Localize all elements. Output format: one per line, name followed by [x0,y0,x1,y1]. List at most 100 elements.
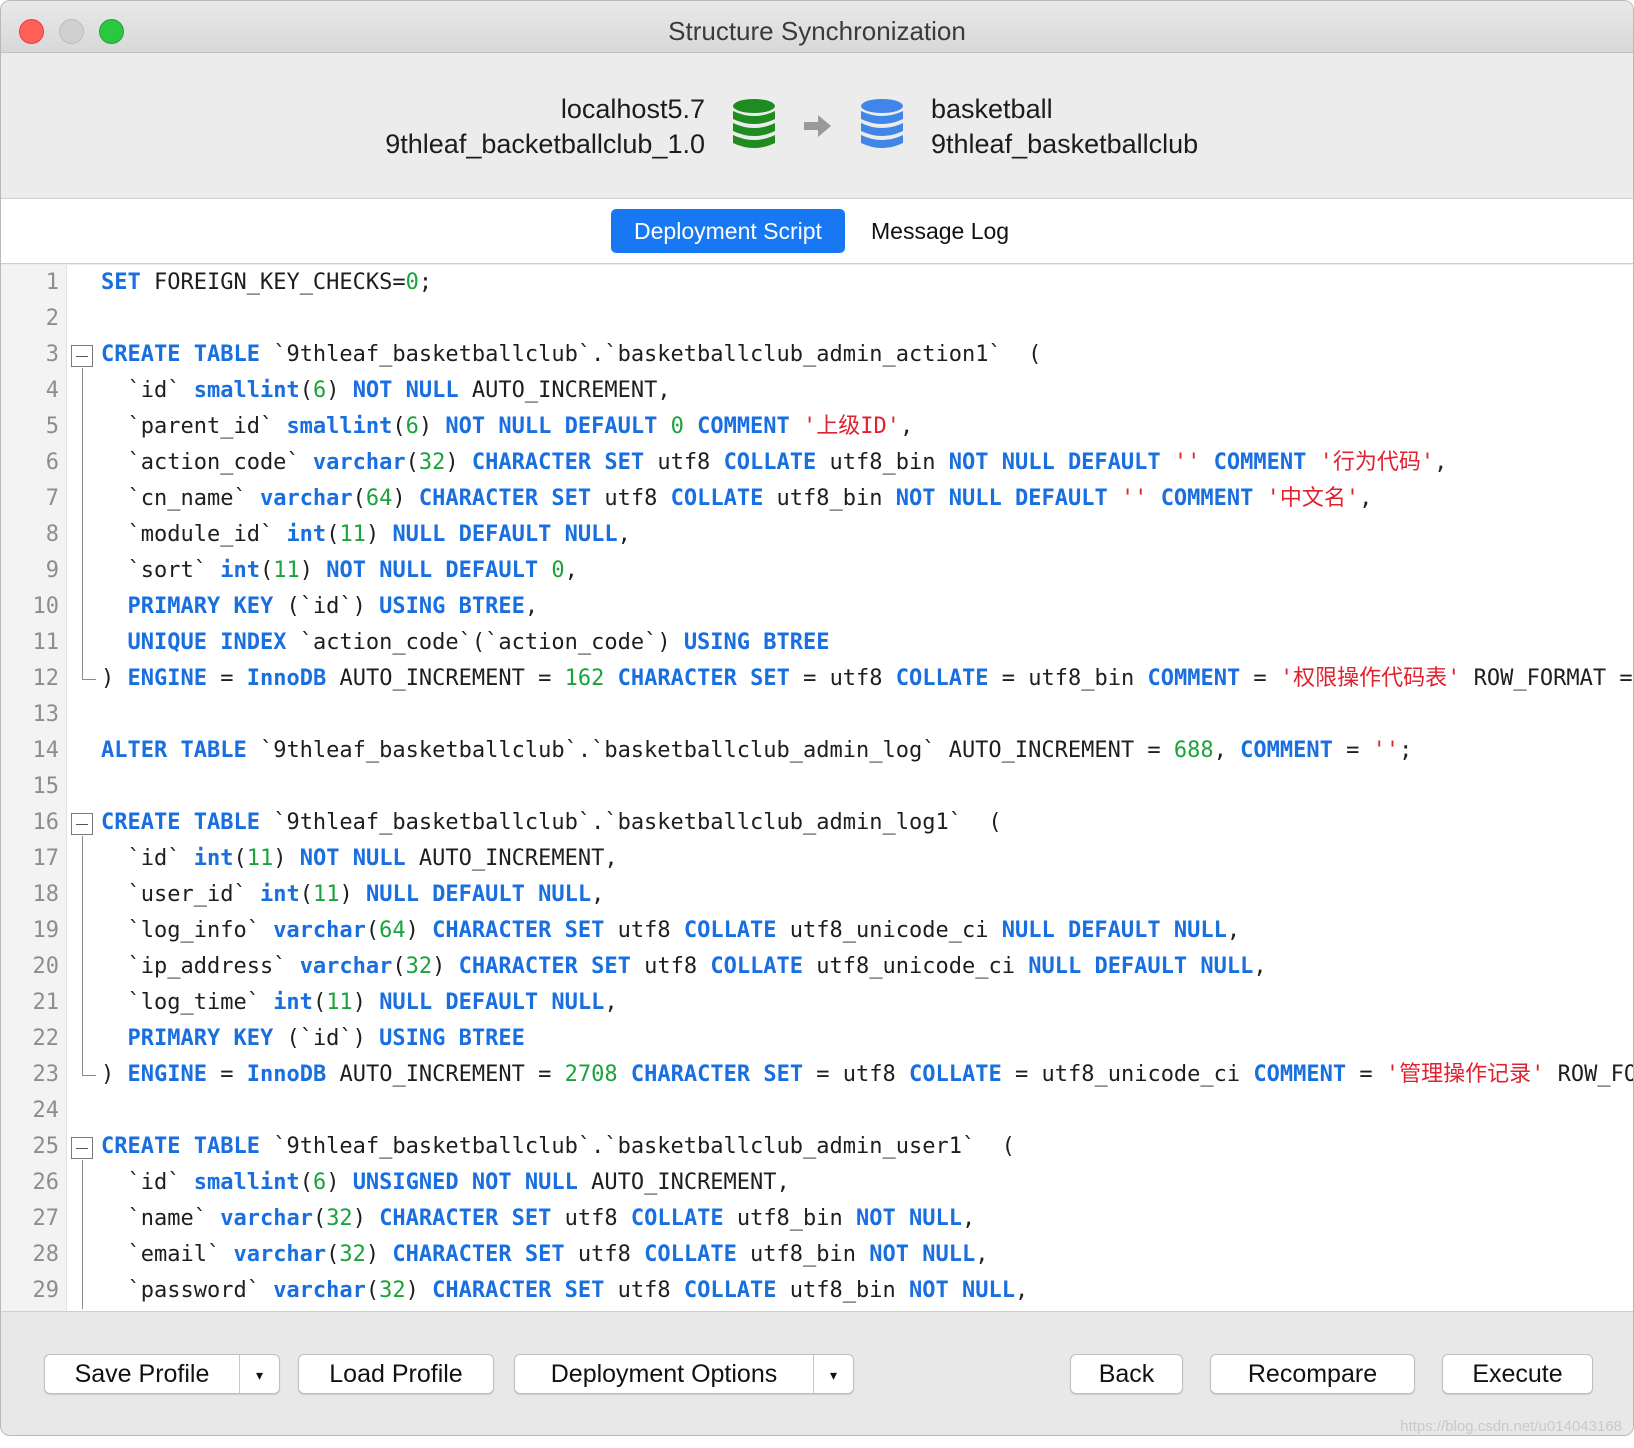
line-number: 15 [32,774,60,799]
code-text: PRIMARY KEY (`id`) USING BTREE, [127,594,539,619]
code-line[interactable]: 15 [1,769,1633,805]
fold-guide [82,368,83,679]
line-number: 8 [45,522,59,547]
fold-toggle-icon[interactable] [71,1137,93,1159]
code-text: `email` varchar(32) CHARACTER SET utf8 C… [101,1242,989,1267]
tab-message-log[interactable]: Message Log [851,209,1029,253]
code-line[interactable]: 3 CREATE TABLE `9thleaf_basketballclub`.`… [1,337,1633,373]
code-text: `log_time` int(11) NULL DEFAULT NULL, [101,990,618,1015]
code-line[interactable]: 27 `name` varchar(32) CHARACTER SET utf8… [1,1201,1633,1237]
tab-bar: Deployment Script Message Log [1,198,1633,264]
chevron-down-icon[interactable]: ▾ [813,1355,853,1393]
code-line[interactable]: 20 `ip_address` varchar(32) CHARACTER SE… [1,949,1633,985]
line-number: 9 [45,558,59,583]
code-line[interactable]: 17 `id` int(11) NOT NULL AUTO_INCREMENT, [1,841,1633,877]
code-line[interactable]: 4 `id` smallint(6) NOT NULL AUTO_INCREME… [1,373,1633,409]
fold-guide-end [82,679,96,680]
deployment-options-label: Deployment Options [550,1360,778,1388]
code-text: `cn_name` varchar(64) CHARACTER SET utf8… [101,486,1373,511]
fold-toggle-icon[interactable] [71,813,93,835]
database-icon [861,99,903,148]
deployment-options-button[interactable]: Deployment Options ▾ [514,1354,854,1394]
fold-toggle-icon[interactable] [71,345,93,367]
load-profile-label: Load Profile [329,1360,463,1388]
code-text: `module_id` int(11) NULL DEFAULT NULL, [101,522,631,547]
save-profile-button[interactable]: Save Profile ▾ [44,1354,280,1394]
code-line[interactable]: 10 PRIMARY KEY (`id`) USING BTREE, [1,589,1633,625]
line-number: 27 [32,1206,60,1231]
code-line[interactable]: 2 [1,301,1633,337]
save-profile-label: Save Profile [74,1360,210,1388]
line-number: 25 [32,1134,60,1159]
code-line[interactable]: 24 [1,1093,1633,1129]
line-number: 12 [32,666,60,691]
code-line[interactable]: 8 `module_id` int(11) NULL DEFAULT NULL, [1,517,1633,553]
source-server-name: localhost5.7 [560,94,705,124]
code-text: `name` varchar(32) CHARACTER SET utf8 CO… [101,1206,976,1231]
line-number: 28 [32,1242,60,1267]
code-text: `user_id` int(11) NULL DEFAULT NULL, [101,882,605,907]
target-server-name: basketball [931,94,1053,124]
line-number: 14 [32,738,60,763]
connection-summary: localhost5.7 9thleaf_backetballclub_1.0 … [1,54,1633,197]
script-editor[interactable]: 1 SET FOREIGN_KEY_CHECKS=0; 2 3 CREATE TABLE… [1,265,1633,1311]
code-text: CREATE TABLE `9thleaf_basketballclub`.`b… [101,810,1002,835]
code-line[interactable]: 7 `cn_name` varchar(64) CHARACTER SET ut… [1,481,1633,517]
chevron-down-icon[interactable]: ▾ [239,1355,279,1393]
line-number: 6 [45,450,59,475]
source-database-name: 9thleaf_backetballclub_1.0 [385,129,705,159]
code-line[interactable]: 29 `password` varchar(32) CHARACTER SET … [1,1273,1633,1309]
code-line[interactable]: 19 `log_info` varchar(64) CHARACTER SET … [1,913,1633,949]
code-line[interactable]: 16 CREATE TABLE `9thleaf_basketballclub`.… [1,805,1633,841]
code-line[interactable]: 6 `action_code` varchar(32) CHARACTER SE… [1,445,1633,481]
code-line[interactable]: 1 SET FOREIGN_KEY_CHECKS=0; [1,265,1633,301]
line-number: 20 [32,954,60,979]
code-line[interactable]: 22 PRIMARY KEY (`id`) USING BTREE [1,1021,1633,1057]
code-line[interactable]: 18 `user_id` int(11) NULL DEFAULT NULL, [1,877,1633,913]
line-number: 17 [32,846,60,871]
code-text: `sort` int(11) NOT NULL DEFAULT 0, [101,558,578,583]
fold-guide [82,1160,83,1309]
arrow-right-icon [804,115,831,137]
load-profile-button[interactable]: Load Profile [298,1354,494,1394]
line-number: 19 [32,918,60,943]
back-button[interactable]: Back [1070,1354,1183,1394]
line-number: 11 [32,630,60,655]
line-number: 24 [32,1098,60,1123]
code-text: `parent_id` smallint(6) NOT NULL DEFAULT… [101,414,914,439]
code-line[interactable]: 13 [1,697,1633,733]
fold-guide-end [82,1075,96,1076]
code-text: `password` varchar(32) CHARACTER SET utf… [101,1278,1029,1303]
database-icon [733,99,775,148]
line-number: 18 [32,882,60,907]
execute-button[interactable]: Execute [1442,1354,1593,1394]
line-number: 4 [45,378,59,403]
code-text: CREATE TABLE `9thleaf_basketballclub`.`b… [101,342,1042,367]
tab-deployment-script[interactable]: Deployment Script [611,209,845,253]
recompare-button[interactable]: Recompare [1210,1354,1415,1394]
code-text: `id` smallint(6) NOT NULL AUTO_INCREMENT… [101,378,671,403]
code-text: `ip_address` varchar(32) CHARACTER SET u… [101,954,1267,979]
code-line[interactable]: 23) ENGINE = InnoDB AUTO_INCREMENT = 270… [1,1057,1634,1093]
code-line[interactable]: 9 `sort` int(11) NOT NULL DEFAULT 0, [1,553,1633,589]
line-number: 23 [32,1062,60,1087]
code-text: UNIQUE INDEX `action_code`(`action_code`… [127,630,830,655]
code-line[interactable]: 14 ALTER TABLE `9thleaf_basketballclub`.`… [1,733,1633,769]
code-text: `action_code` varchar(32) CHARACTER SET … [101,450,1448,475]
code-text: `id` int(11) NOT NULL AUTO_INCREMENT, [101,846,618,871]
code-line[interactable]: 12) ENGINE = InnoDB AUTO_INCREMENT = 162… [1,661,1633,697]
line-number: 22 [32,1026,60,1051]
line-number: 16 [32,810,60,835]
code-line[interactable]: 21 `log_time` int(11) NULL DEFAULT NULL, [1,985,1633,1021]
line-number: 26 [32,1170,60,1195]
code-line[interactable]: 25 CREATE TABLE `9thleaf_basketballclub`.… [1,1129,1633,1165]
sync-window: Structure Synchronization localhost5.7 9… [0,0,1634,1436]
recompare-label: Recompare [1247,1360,1378,1388]
code-line[interactable]: 28 `email` varchar(32) CHARACTER SET utf… [1,1237,1633,1273]
line-number: 13 [32,702,60,727]
code-line[interactable]: 5 `parent_id` smallint(6) NOT NULL DEFAU… [1,409,1633,445]
target-connection: basketball 9thleaf_basketballclub [931,92,1198,162]
code-line[interactable]: 26 `id` smallint(6) UNSIGNED NOT NULL AU… [1,1165,1633,1201]
line-number: 3 [45,342,59,367]
code-line[interactable]: 11 UNIQUE INDEX `action_code`(`action_co… [1,625,1633,661]
